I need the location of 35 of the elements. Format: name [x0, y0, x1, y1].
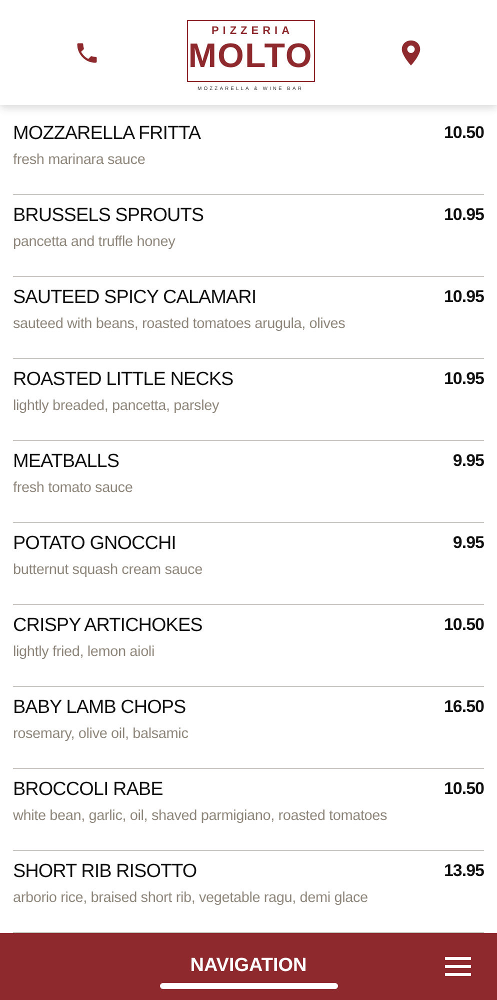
dish-description: white bean, garlic, oil, shaved parmigiano, roasted tomatoes: [13, 807, 388, 826]
dish-price: 9.95: [452, 532, 484, 554]
dish-name: BRUSSELS SPROUTS: [13, 204, 204, 228]
dish-description: sauteed with beans, roasted tomatoes arugula, olives: [13, 315, 346, 334]
dish-name: BROCCOLI RABE: [13, 778, 164, 802]
dish-name: ROASTED LITTLE NECKS: [13, 368, 234, 392]
dish-description: lightly fried, lemon aioli: [13, 643, 156, 662]
dish-price: 10.95: [444, 368, 484, 390]
dish-name: SHORT RIB RISOTTO: [13, 860, 198, 884]
dish-price: 9.95: [452, 450, 484, 472]
menu-icon[interactable]: [445, 957, 471, 977]
dish-name: BABY LAMB CHOPS: [13, 696, 187, 720]
dish-price: 16.50: [444, 696, 484, 718]
map-pin-icon[interactable]: [401, 40, 421, 66]
dish-description: fresh tomato sauce: [13, 479, 133, 498]
dish-description: fresh marinara sauce: [13, 151, 146, 170]
dish-price: 10.50: [444, 614, 484, 636]
dish-price: 10.50: [444, 122, 484, 144]
dish-price: 13.95: [444, 860, 484, 882]
dish-description: butternut squash cream sauce: [13, 561, 202, 580]
dish-description: rosemary, olive oil, balsamic: [13, 725, 188, 744]
dish-price: 10.95: [444, 204, 484, 226]
logo-subtitle: PIZZERIA: [210, 24, 294, 36]
dish-price: 10.50: [444, 778, 484, 800]
dish-description: arborio rice, braised short rib, vegetable ragu, demi glace: [13, 889, 368, 908]
dish-description: pancetta and truffle honey: [13, 233, 176, 252]
dish-name: CRISPY ARTICHOKES: [13, 614, 202, 638]
dish-name: POTATO GNOCCHI: [13, 532, 177, 556]
dish-price: 10.95: [444, 286, 484, 308]
logo-name: MOLTO: [188, 36, 313, 74]
dish-name: MOZZARELLA FRITTA: [13, 122, 201, 146]
navigation-button[interactable]: NAVIGATION: [186, 954, 311, 976]
dish-description: lightly breaded, pancetta, parsley: [13, 397, 220, 416]
dish-name: MEATBALLS: [13, 450, 120, 474]
dish-name: SAUTEED SPICY CALAMARI: [13, 286, 258, 310]
